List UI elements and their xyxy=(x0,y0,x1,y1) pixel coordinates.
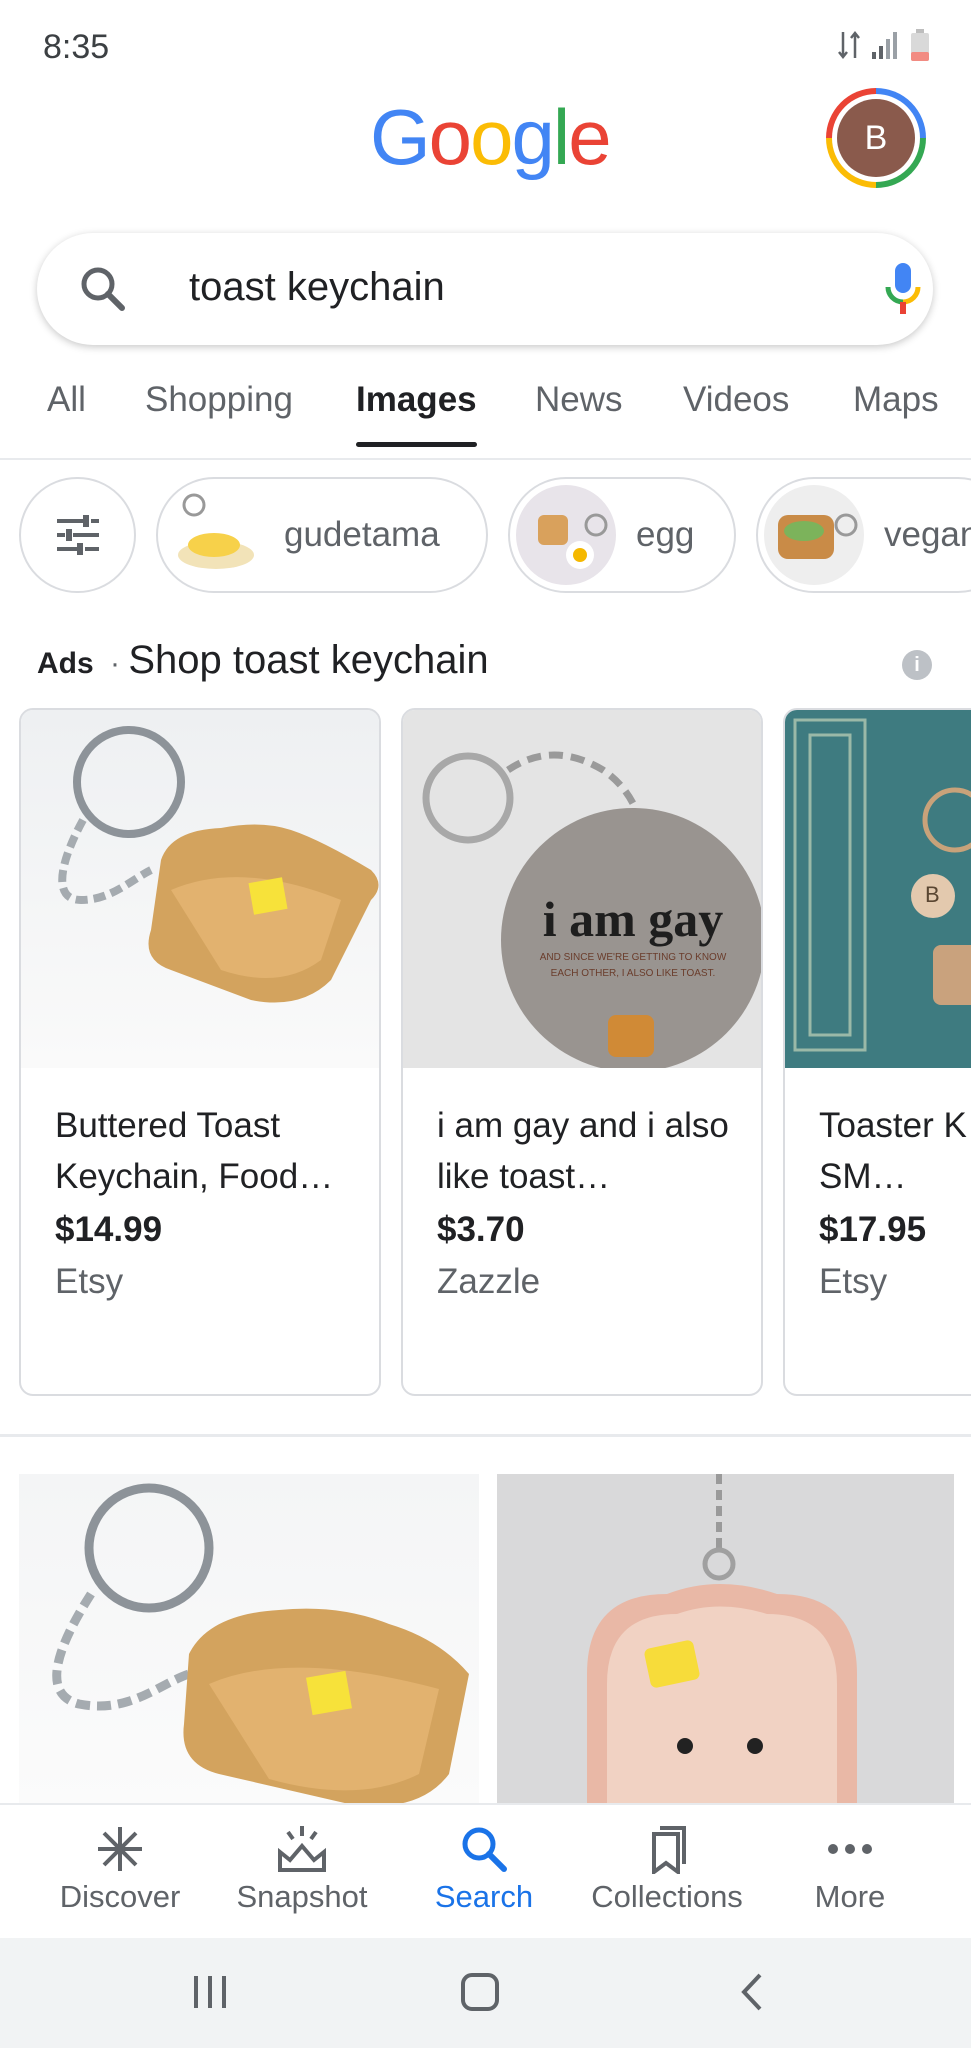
search-query[interactable]: toast keychain xyxy=(189,265,445,310)
search-icon xyxy=(462,1827,507,1872)
tune-icon xyxy=(56,515,99,555)
chip-label: vegan xyxy=(884,515,971,554)
data-transfer-icon xyxy=(838,30,860,60)
nav-label: Snapshot xyxy=(236,1879,368,1914)
system-icons xyxy=(837,28,931,62)
product-price: $17.95 xyxy=(819,1210,927,1249)
tab-maps[interactable]: Maps xyxy=(853,380,939,420)
more-icon xyxy=(828,1844,872,1854)
egg-thumbnail xyxy=(516,485,616,585)
tab-shopping[interactable]: Shopping xyxy=(145,380,293,420)
tab-videos[interactable]: Videos xyxy=(683,380,789,420)
nav-label: Search xyxy=(434,1879,534,1914)
status-time: 8:35 xyxy=(43,28,110,66)
image-result[interactable] xyxy=(497,1474,954,1804)
home-icon[interactable] xyxy=(460,1972,500,2012)
microphone-icon[interactable] xyxy=(883,261,923,317)
product-price: $14.99 xyxy=(55,1210,163,1249)
asterisk-icon xyxy=(98,1827,142,1871)
google-logo: Google xyxy=(370,93,612,181)
tab-news[interactable]: News xyxy=(535,380,623,420)
product-image xyxy=(21,710,379,1068)
bottom-navigation: Discover Snapshot Search Collections Mor… xyxy=(0,1803,971,1938)
bookmark-icon xyxy=(652,1826,686,1874)
keychain-small-text: AND SINCE WE'RE GETTING TO KNOW EACH OTH… xyxy=(539,952,727,979)
chip-vegan[interactable]: vegan xyxy=(756,477,971,593)
filter-button[interactable] xyxy=(19,477,136,593)
nav-search[interactable]: Search xyxy=(394,1819,574,1915)
search-bar[interactable]: toast keychain xyxy=(37,233,933,345)
google-app-screen: 8:35 Google B toast keychain All Shoppin… xyxy=(0,0,971,2048)
tab-all[interactable]: All xyxy=(47,380,86,420)
product-card[interactable]: B Toaster K… VERY SM… $17.95 Etsy xyxy=(783,708,971,1396)
keychain-caption: i am gay xyxy=(542,891,724,947)
tab-images[interactable]: Images xyxy=(356,380,477,447)
signal-icon xyxy=(872,32,897,59)
back-icon[interactable] xyxy=(738,1972,766,2012)
nav-label: Discover xyxy=(59,1879,181,1914)
chip-label: egg xyxy=(636,515,695,554)
section-divider xyxy=(0,1434,971,1437)
search-tabs: All Shopping Images News Videos Maps xyxy=(0,370,971,460)
snapshot-icon xyxy=(278,1826,326,1872)
account-avatar[interactable]: B xyxy=(826,88,926,188)
product-store: Etsy xyxy=(819,1262,888,1301)
chip-label: gudetama xyxy=(284,515,440,554)
product-title: Buttered Toast Keychain, Food… xyxy=(55,1106,334,1196)
chip-egg[interactable]: egg xyxy=(508,477,736,593)
product-store: Zazzle xyxy=(437,1262,541,1301)
nav-discover[interactable]: Discover xyxy=(30,1819,210,1915)
product-title: i am gay and i also like toast… xyxy=(437,1106,729,1196)
status-bar: 8:35 xyxy=(0,0,971,90)
recent-apps-icon[interactable] xyxy=(190,1974,230,2010)
product-card[interactable]: Buttered Toast Keychain, Food… $14.99 Et… xyxy=(19,708,381,1396)
product-image: B xyxy=(785,710,971,1068)
product-title: Toaster K… VERY SM… xyxy=(819,1106,971,1196)
product-card[interactable]: i am gay AND SINCE WE'RE GETTING TO KNOW… xyxy=(401,708,763,1396)
nav-label: More xyxy=(814,1879,886,1914)
nav-snapshot[interactable]: Snapshot xyxy=(212,1819,392,1915)
vegan-thumbnail xyxy=(764,485,864,585)
nav-collections[interactable]: Collections xyxy=(577,1819,757,1915)
gudetama-thumbnail xyxy=(164,485,264,585)
ads-title: Shop toast keychain xyxy=(128,638,489,682)
nav-label: Collections xyxy=(591,1879,743,1914)
info-icon[interactable]: i xyxy=(902,650,932,680)
product-store: Etsy xyxy=(55,1262,124,1301)
ads-label: Ads xyxy=(37,647,94,680)
chip-gudetama[interactable]: gudetama xyxy=(156,477,488,593)
system-navigation-bar xyxy=(0,1938,971,2048)
avatar-letter: B xyxy=(837,99,915,177)
ads-heading: Ads · Shop toast keychain xyxy=(37,638,489,682)
battery-icon xyxy=(911,29,929,61)
product-price: $3.70 xyxy=(437,1210,525,1249)
image-result[interactable] xyxy=(19,1474,479,1804)
product-image: i am gay AND SINCE WE'RE GETTING TO KNOW… xyxy=(403,710,761,1068)
charm-letter: B xyxy=(925,882,940,907)
nav-more[interactable]: More xyxy=(760,1819,940,1915)
search-icon[interactable] xyxy=(77,263,129,315)
